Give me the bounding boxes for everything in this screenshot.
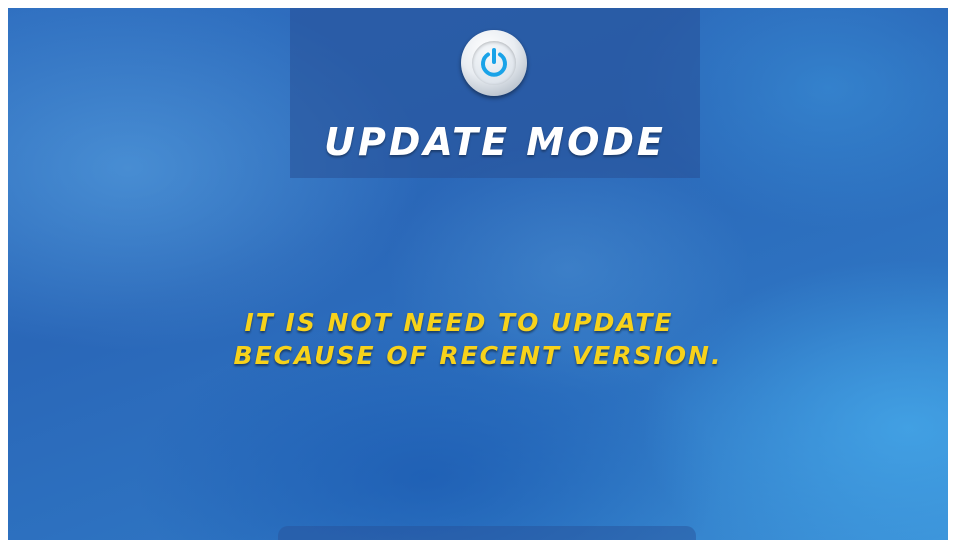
- header-panel: UPDATE MODE: [290, 8, 700, 178]
- update-screen: UPDATE MODE IT IS NOT NEED TO UPDATE BEC…: [8, 8, 948, 540]
- bottom-panel: [278, 526, 696, 540]
- power-button[interactable]: [461, 30, 527, 96]
- status-message-line-1: IT IS NOT NEED TO UPDATE: [244, 308, 674, 337]
- page-title: UPDATE MODE: [324, 120, 666, 164]
- power-icon: [472, 41, 516, 85]
- status-message-line-2: BECAUSE OF RECENT VERSION.: [233, 341, 723, 370]
- status-message: IT IS NOT NEED TO UPDATE BECAUSE OF RECE…: [8, 306, 948, 372]
